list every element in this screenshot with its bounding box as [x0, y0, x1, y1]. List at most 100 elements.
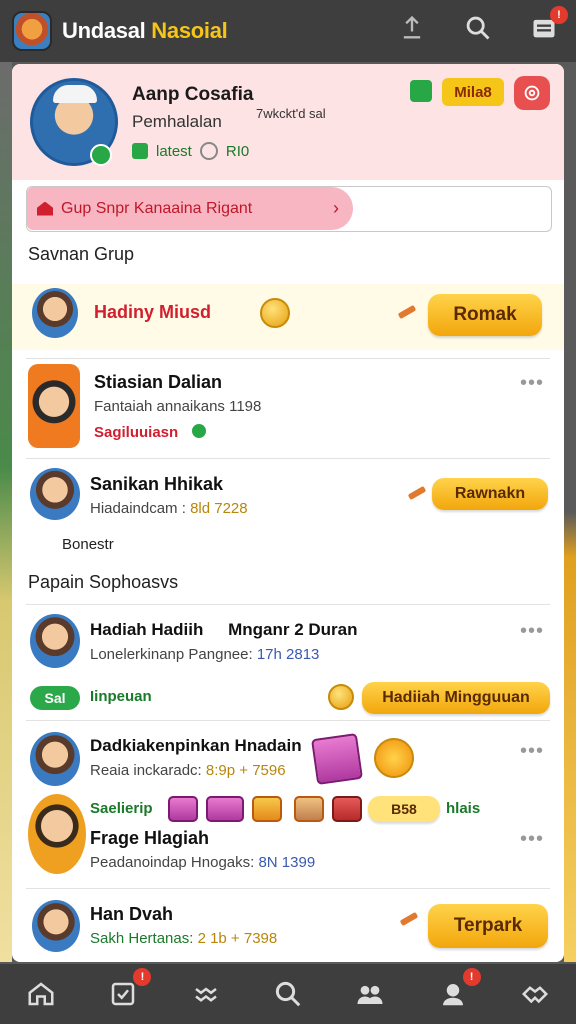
- avatar: [30, 614, 80, 668]
- row-title-extra: Mnganr 2 Duran: [228, 620, 358, 639]
- row-subtitle-num: 17h 2813: [256, 646, 320, 663]
- promo-banner[interactable]: Gup Snpr Kanaaina Rigant ›: [26, 186, 552, 232]
- gift-icon: [311, 733, 363, 785]
- profile-subtitle: Pemhalalan: [132, 112, 222, 131]
- divider: [26, 458, 550, 459]
- row-subtitle: Hiadaindcam : 8ld 7228: [90, 500, 248, 517]
- row-subtitle-label: Lonelerkinanp Pangnee:: [90, 646, 257, 663]
- edit-icon[interactable]: [397, 304, 417, 320]
- row-action-button[interactable]: Rawnakn: [432, 478, 548, 510]
- section-title-group: Savnan Grup: [28, 244, 135, 264]
- chart-icon[interactable]: [186, 974, 226, 1014]
- row-subtitle-num: 8N 1399: [258, 854, 316, 871]
- row-action-button[interactable]: Romak: [428, 294, 542, 336]
- profile-subtitle2: 7wkckt'd sal: [256, 106, 326, 121]
- row-subtitle: Sakh Hertanas: 2 1b + 7398: [90, 930, 277, 947]
- row-status: Iinpeuan: [90, 688, 152, 705]
- friends-badge: !: [462, 968, 481, 986]
- row-subtitle-label: Peadanoindap Hnogaks:: [90, 854, 259, 871]
- profile-name: Aanp Cosafia: [132, 84, 254, 105]
- promo-pill[interactable]: Gup Snpr Kanaaina Rigant ›: [27, 187, 353, 230]
- upload-icon[interactable]: [396, 12, 428, 44]
- row-subtitle-num: 2 1b + 7398: [197, 930, 278, 947]
- row-action-button[interactable]: Hadiiah Mingguuan: [362, 682, 550, 714]
- promo-text: Gup Snpr Kanaaina Rigant: [61, 199, 253, 217]
- profile-latest: latest RI0: [132, 142, 249, 160]
- coin-icon: [328, 684, 354, 710]
- divider: [26, 358, 550, 359]
- latest-label: latest: [156, 142, 192, 160]
- search-icon[interactable]: [268, 974, 308, 1014]
- profile-header: Aanp Cosafia Pemhalalan 7wkckt'd sal lat…: [12, 64, 564, 180]
- section-title-popular: Papain Sophoasvs: [28, 572, 179, 592]
- avatar: [30, 468, 80, 520]
- top-bar: Undasal Nasoial !: [0, 0, 576, 62]
- search-icon[interactable]: [462, 12, 494, 44]
- list-item[interactable]: Sanikan Hhikak Hiadaindcam : 8ld 7228 Bo…: [12, 462, 564, 562]
- latest-icon: [132, 143, 148, 159]
- app-title-part2: Nasoial: [151, 18, 228, 43]
- profile-stat: RI0: [225, 142, 250, 160]
- row-title: Han Dvah: [90, 904, 174, 924]
- group-icon[interactable]: [350, 974, 390, 1014]
- more-icon[interactable]: •••: [520, 620, 544, 643]
- settings-button[interactable]: [514, 76, 550, 110]
- row-subtitle-label: Reaia inckaradc:: [90, 762, 206, 779]
- main-panel: Aanp Cosafia Pemhalalan 7wkckt'd sal lat…: [12, 64, 564, 962]
- home-red-icon: [37, 201, 53, 216]
- status-badge: Sal: [30, 686, 80, 710]
- list-item[interactable]: Hadiny Miusd Romak: [12, 284, 564, 350]
- app-title: Undasal Nasoial: [62, 18, 228, 44]
- divider: [26, 888, 550, 889]
- row-subtitle: Peadanoindap Hnogaks: 8N 1399: [90, 854, 315, 871]
- avatar: [28, 364, 80, 448]
- handshake-icon[interactable]: [515, 974, 555, 1014]
- clock-icon: [199, 142, 218, 160]
- app-title-part1: Undasal: [62, 18, 152, 43]
- notification-badge: !: [550, 6, 568, 24]
- thumbs-up-icon[interactable]: [410, 80, 432, 102]
- avatar: [32, 900, 80, 952]
- more-icon[interactable]: •••: [520, 828, 544, 851]
- row-title: Frage Hlagiah: [90, 828, 210, 848]
- chevron-right-icon: ›: [333, 198, 339, 218]
- row-subtitle-label: Hiadaindcam :: [90, 500, 191, 517]
- row-title: Hadiny Miusd: [94, 302, 212, 322]
- row-subtitle: Fantaiah annaikans 1198: [94, 398, 262, 415]
- row-subtitle: Reaia inckaradc: 8:9p + 7596: [90, 762, 286, 779]
- coin-icon: [260, 298, 290, 328]
- row-subtitle-num: 8ld 7228: [190, 500, 248, 517]
- home-icon[interactable]: [21, 974, 61, 1014]
- avatar: [30, 732, 80, 786]
- row-subtitle: Lonelerkinanp Pangnee: 17h 2813: [90, 646, 319, 663]
- list-item[interactable]: Stiasian Dalian Fantaiah annaikans 1198 …: [12, 360, 564, 458]
- row-title: Dadkiakenpinkan Hnadain: [90, 736, 302, 755]
- tasks-badge: !: [133, 968, 152, 986]
- background-strip-left: [0, 62, 12, 962]
- row-subtitle-label: Sakh Hertanas:: [90, 930, 198, 947]
- avatar: [32, 288, 78, 338]
- list-item[interactable]: Frage Hlagiah Peadanoindap Hnogaks: 8N 1…: [12, 794, 564, 884]
- gear-icon: [524, 85, 540, 101]
- row-title: Stiasian Dalian: [94, 372, 223, 392]
- verified-icon: [90, 144, 112, 166]
- friends-icon[interactable]: !: [433, 968, 481, 1014]
- row-extra: Bonestr: [62, 536, 114, 553]
- tasks-icon[interactable]: !: [103, 968, 152, 1014]
- divider: [26, 720, 550, 721]
- more-icon[interactable]: •••: [520, 372, 544, 395]
- list-item[interactable]: Hadiah Hadiih Mnganr 2 Duran Lonelerkina…: [12, 608, 564, 718]
- profile-badge[interactable]: Mila8: [442, 78, 504, 106]
- divider: [26, 604, 550, 605]
- more-icon[interactable]: •••: [520, 740, 544, 763]
- background-strip-right: [564, 62, 576, 962]
- list-item[interactable]: Han Dvah Sakh Hertanas: 2 1b + 7398 Terp…: [12, 892, 564, 962]
- row-status: Sagiluuiasn: [94, 424, 179, 441]
- edit-icon[interactable]: [399, 911, 419, 927]
- app-logo-icon[interactable]: [12, 11, 52, 51]
- row-subtitle-num: 8:9p + 7596: [205, 762, 286, 779]
- row-action-button[interactable]: Terpark: [428, 904, 548, 948]
- edit-icon[interactable]: [407, 485, 427, 501]
- bottom-nav: ! !: [0, 964, 576, 1024]
- inbox-icon[interactable]: !: [528, 6, 568, 44]
